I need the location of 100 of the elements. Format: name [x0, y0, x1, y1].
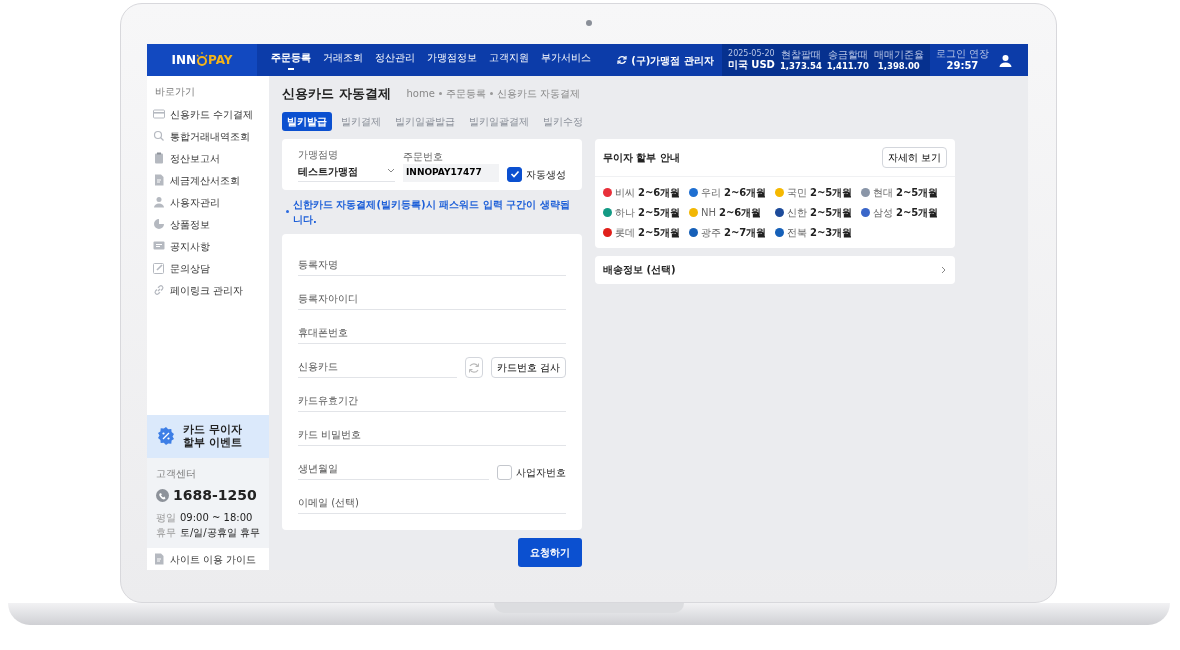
input-field[interactable]: 생년월일	[298, 457, 489, 480]
chevron-right-icon	[941, 265, 947, 274]
checkbox-label: 자동생성	[526, 167, 566, 182]
rate-label: 송금할때	[827, 48, 868, 61]
input-field[interactable]: 신용카드	[298, 355, 457, 378]
document-icon	[153, 553, 165, 565]
bank-name: 비씨	[615, 185, 635, 200]
camera-icon	[586, 20, 592, 26]
installment-months: 2~5개월	[638, 225, 681, 240]
bank-name: 롯데	[615, 225, 635, 240]
sidebar-link[interactable]: 정산보고서	[147, 147, 269, 169]
checkbox[interactable]	[507, 166, 522, 182]
nav-tab[interactable]: 고객지원	[483, 44, 535, 76]
sidebar-link[interactable]: 공지사항	[147, 235, 269, 257]
input-field[interactable]: 카드 비밀번호	[298, 423, 566, 446]
sidebar-link[interactable]: 문의상담	[147, 257, 269, 279]
bank-name: 삼성	[873, 205, 893, 220]
nav-tab[interactable]: 주문등록	[265, 44, 317, 76]
input-field[interactable]: 이메일 (선택)	[298, 491, 566, 514]
order-number-field[interactable]: INNOPAY17477	[403, 164, 499, 182]
refresh-icon	[467, 361, 480, 374]
installment-months: 2~5개월	[810, 185, 853, 200]
separator-dot-icon	[438, 92, 442, 96]
installment-months: 2~5개월	[896, 185, 939, 200]
check-icon	[509, 169, 520, 179]
installment-months: 2~6개월	[719, 205, 762, 220]
session-timer: 29:57	[946, 60, 979, 72]
installment-months: 2~7개월	[724, 225, 767, 240]
page-title: 신용카드 자동결제	[282, 85, 391, 103]
guide-link[interactable]: 사이트 이용 가이드	[147, 548, 269, 570]
notice-text: 신한카드 자동결제(빌키등록)시 패스워드 입력 구간이 생략됩니다.	[293, 197, 571, 227]
support-label: 고객센터	[156, 467, 197, 481]
message-icon	[153, 240, 165, 252]
hours-label: 휴무	[156, 526, 176, 540]
session-extend-link[interactable]: 로그인 연장	[935, 48, 989, 60]
hours-label: 평일	[156, 511, 176, 525]
sidebar-link[interactable]: 세금계산서조회	[147, 169, 269, 191]
tab[interactable]: 빌키발급	[282, 111, 332, 131]
nav-tab[interactable]: 거래조회	[317, 44, 369, 76]
bank-name: 신한	[787, 205, 807, 220]
bulb-icon	[196, 52, 208, 68]
user-icon	[153, 196, 165, 208]
installment-months: 2~6개월	[638, 185, 681, 200]
pie-chart-icon	[153, 218, 165, 230]
separator-dot-icon	[489, 92, 493, 96]
rate-date: 2025-05-20	[728, 49, 775, 59]
card-icon	[153, 108, 165, 120]
checkbox-label: 사업자번호	[516, 465, 566, 480]
merchant-select[interactable]: 테스트가맹점	[298, 161, 395, 182]
account-name[interactable]: (구)가맹점 관리자	[631, 52, 714, 68]
rate-label: 매매기준율	[873, 48, 924, 61]
currency-label: 미국 USD	[727, 58, 775, 71]
field-label: 주문번호	[403, 150, 444, 164]
breadcrumb-item: 신용카드 자동결제	[496, 87, 581, 102]
phone-icon	[156, 489, 169, 502]
user-icon[interactable]	[999, 53, 1012, 67]
input-field[interactable]: 휴대폰번호	[298, 321, 566, 344]
edit-icon	[153, 262, 165, 274]
bank-name: 광주	[701, 225, 721, 240]
submit-button[interactable]: 요청하기	[518, 537, 582, 567]
chevron-down-icon	[387, 168, 395, 174]
nav-tab[interactable]: 가맹점정보	[421, 44, 483, 76]
card-check-button[interactable]: 카드번호 검사	[490, 356, 566, 378]
sidebar-link[interactable]: 상품정보	[147, 213, 269, 235]
clipboard-icon	[153, 152, 165, 164]
sidebar-heading: 바로가기	[154, 85, 196, 99]
bank-name: 국민	[787, 185, 807, 200]
bank-name: 전북	[787, 225, 807, 240]
sidebar-link[interactable]: 사용자관리	[147, 191, 269, 213]
promo-banner[interactable]: 카드 무이자 할부 이벤트	[147, 414, 269, 458]
bullet-icon	[286, 210, 289, 213]
sidebar-link[interactable]: 통합거래내역조회	[147, 125, 269, 147]
logo-text: INN	[171, 52, 196, 69]
rate-value: 1,398.00	[877, 60, 920, 72]
discount-badge-icon	[157, 427, 175, 446]
shipping-row[interactable]: 배송정보 (선택)	[595, 255, 955, 284]
bank-name: 현대	[873, 185, 893, 200]
installment-months: 2~5개월	[638, 205, 681, 220]
details-button[interactable]: 자세히 보기	[881, 146, 947, 168]
support-phone: 1688-1250	[173, 486, 257, 505]
bank-name: 우리	[701, 185, 721, 200]
document-icon	[153, 174, 165, 186]
input-field[interactable]: 카드유효기간	[298, 389, 566, 412]
refresh-icon[interactable]	[617, 55, 628, 65]
nav-tab[interactable]: 정산관리	[369, 44, 421, 76]
search-icon	[153, 130, 165, 142]
logo-text: PAY	[208, 52, 233, 69]
input-field[interactable]: 등록자아이디	[298, 287, 566, 310]
hours-value: 09:00 ~ 18:00	[180, 511, 253, 525]
installment-months: 2~5개월	[810, 205, 853, 220]
input-field[interactable]: 등록자명	[298, 253, 566, 276]
nav-tab[interactable]: 부가서비스	[535, 44, 597, 76]
installment-months: 2~6개월	[724, 185, 767, 200]
link-icon	[153, 284, 165, 296]
promo-text: 카드 무이자 할부 이벤트	[183, 422, 242, 450]
installment-months: 2~5개월	[896, 205, 939, 220]
rate-value: 1,373.54	[779, 60, 822, 72]
hours-value: 토/일/공휴일 휴무	[180, 526, 260, 540]
sidebar-link[interactable]: 신용카드 수기결제	[147, 103, 269, 125]
sidebar-link[interactable]: 페이링크 관리자	[147, 279, 269, 301]
